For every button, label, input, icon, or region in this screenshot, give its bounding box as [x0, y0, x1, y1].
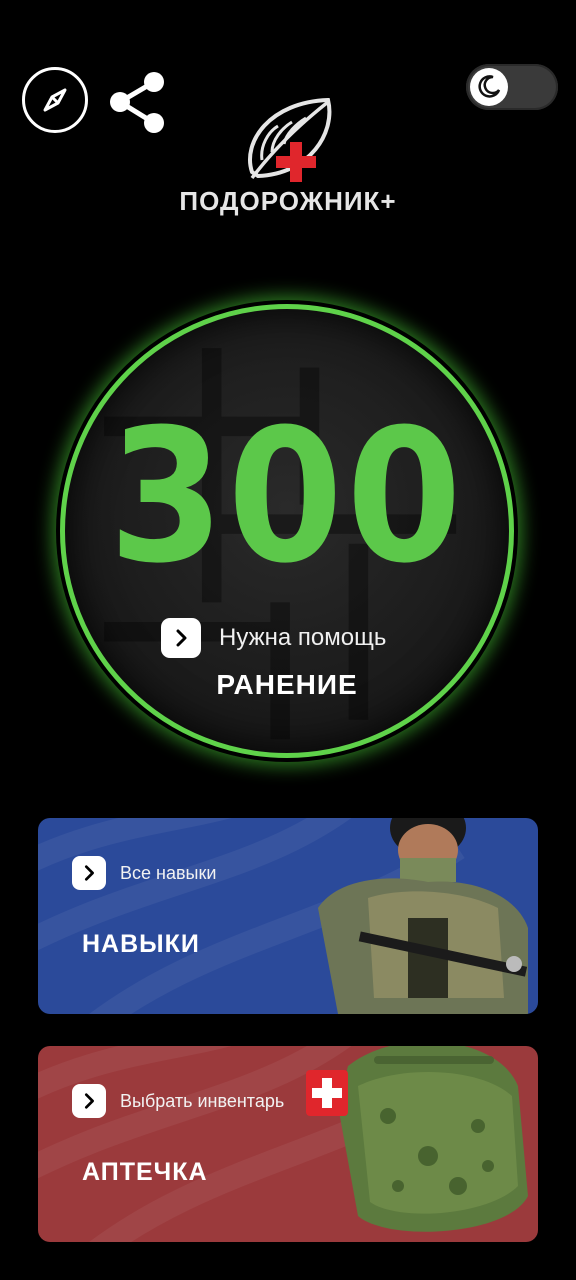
- theme-toggle-knob: [470, 68, 508, 106]
- brand-name: ПОДОРОЖНИК+: [179, 186, 397, 216]
- chevron-right-icon: [161, 618, 201, 658]
- brand-logo: [248, 97, 332, 182]
- sos-help-label: Нужна помощь: [219, 624, 387, 651]
- kit-action-label: Выбрать инвентарь: [120, 1090, 285, 1111]
- compass-button[interactable]: [22, 67, 88, 133]
- sos-number: 300: [108, 390, 466, 604]
- skills-action-label: Все навыки: [120, 862, 217, 883]
- kit-title: АПТЕЧКА: [82, 1158, 208, 1186]
- kit-select-link[interactable]: Выбрать инвентарь: [72, 1084, 284, 1118]
- moon-icon: [478, 75, 501, 98]
- sos-help-link[interactable]: Нужна помощь: [161, 618, 387, 658]
- first-aid-kit-card[interactable]: Выбрать инвентарь АПТЕЧКА: [38, 1046, 538, 1242]
- skills-card[interactable]: Все навыки НАВЫКИ: [38, 818, 538, 1014]
- chevron-right-icon: [72, 856, 106, 890]
- theme-toggle[interactable]: [466, 64, 558, 110]
- sos-button[interactable]: 300 Нужна помощь РАНЕНИЕ: [60, 304, 514, 758]
- sos-title: РАНЕНИЕ: [216, 669, 358, 700]
- chevron-right-icon: [72, 1084, 106, 1118]
- compass-icon: [43, 88, 67, 112]
- skills-all-link[interactable]: Все навыки: [72, 856, 216, 890]
- soldier-illustration: [318, 818, 528, 1014]
- share-icon: [110, 72, 164, 133]
- skills-title: НАВЫКИ: [82, 930, 200, 958]
- first-aid-kit-illustration: [306, 1046, 528, 1232]
- share-button[interactable]: [106, 68, 170, 136]
